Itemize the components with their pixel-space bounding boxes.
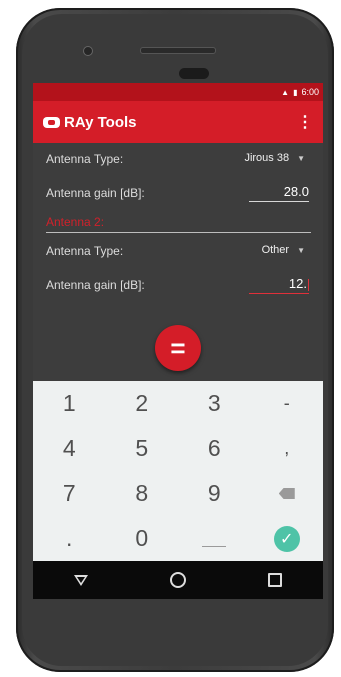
dropdown-arrow-icon: ▼ xyxy=(297,246,305,255)
key-dot[interactable]: . xyxy=(33,516,106,561)
key-4[interactable]: 4 xyxy=(33,426,106,471)
antenna2-type-dropdown[interactable]: Other ▼ xyxy=(262,244,305,256)
key-1[interactable]: 1 xyxy=(33,381,106,426)
antenna2-heading: Antenna 2: xyxy=(46,215,105,229)
key-8[interactable]: 8 xyxy=(106,471,179,516)
space-key[interactable] xyxy=(178,516,251,561)
status-bar: ▲ ▮ 6:00 xyxy=(33,83,323,101)
key-3[interactable]: 3 xyxy=(178,381,251,426)
key-7[interactable]: 7 xyxy=(33,471,106,516)
text-cursor xyxy=(308,278,309,291)
antenna1-type-value: Jirous 38 xyxy=(244,152,290,164)
antenna1-gain-row: Antenna gain [dB]: 28.0 xyxy=(33,177,323,211)
done-key[interactable]: ✓ xyxy=(251,516,324,561)
antenna1-type-label: Antenna Type: xyxy=(46,152,124,166)
backspace-key[interactable] xyxy=(251,471,324,516)
space-icon xyxy=(202,546,227,547)
key-5[interactable]: 5 xyxy=(106,426,179,471)
home-icon[interactable] xyxy=(170,572,186,588)
navigation-bar xyxy=(33,561,323,599)
ray-logo-icon xyxy=(43,116,60,128)
backspace-icon xyxy=(278,488,295,499)
battery-icon: ▮ xyxy=(293,87,298,97)
antenna2-gain-value: 12. xyxy=(288,276,307,291)
numeric-keypad: 1 2 3 - 4 5 6 , 7 8 9 . 0 ✓ xyxy=(33,381,323,561)
app-screen: ▲ ▮ 6:00 RAy Tools ⋮ Antenna Type: Jirou… xyxy=(33,83,323,599)
antenna2-gain-input[interactable]: 12. xyxy=(249,276,309,294)
antenna1-gain-input[interactable]: 28.0 xyxy=(249,184,309,202)
antenna2-section-header: Antenna 2: xyxy=(33,211,323,235)
key-9[interactable]: 9 xyxy=(178,471,251,516)
app-bar: RAy Tools ⋮ xyxy=(33,101,323,143)
antenna2-type-value: Other xyxy=(261,244,290,256)
antenna2-type-label: Antenna Type: xyxy=(46,244,124,258)
check-icon: ✓ xyxy=(273,525,300,552)
antenna1-type-dropdown[interactable]: Jirous 38 ▼ xyxy=(244,152,305,164)
key-0[interactable]: 0 xyxy=(106,516,179,561)
key-2[interactable]: 2 xyxy=(106,381,179,426)
antenna2-gain-label: Antenna gain [dB]: xyxy=(46,278,145,292)
antenna2-gain-row: Antenna gain [dB]: 12. xyxy=(33,269,323,303)
dropdown-arrow-icon: ▼ xyxy=(297,154,305,163)
back-icon[interactable] xyxy=(74,574,88,586)
key-minus[interactable]: - xyxy=(251,381,324,426)
status-time: 6:00 xyxy=(301,87,319,97)
calculate-button[interactable]: = xyxy=(155,325,201,371)
top-sensor xyxy=(140,47,216,54)
key-6[interactable]: 6 xyxy=(178,426,251,471)
front-camera xyxy=(83,46,93,56)
section-divider xyxy=(46,232,311,233)
app-title: RAy Tools xyxy=(64,113,137,131)
recents-icon[interactable] xyxy=(268,573,282,587)
signal-icon: ▲ xyxy=(281,87,290,97)
more-vert-icon[interactable]: ⋮ xyxy=(297,112,313,132)
antenna1-type-row: Antenna Type: Jirous 38 ▼ xyxy=(33,143,323,177)
antenna1-gain-label: Antenna gain [dB]: xyxy=(46,186,145,200)
antenna2-type-row: Antenna Type: Other ▼ xyxy=(33,235,323,269)
key-comma[interactable]: , xyxy=(251,426,324,471)
earpiece-speaker xyxy=(179,68,209,79)
